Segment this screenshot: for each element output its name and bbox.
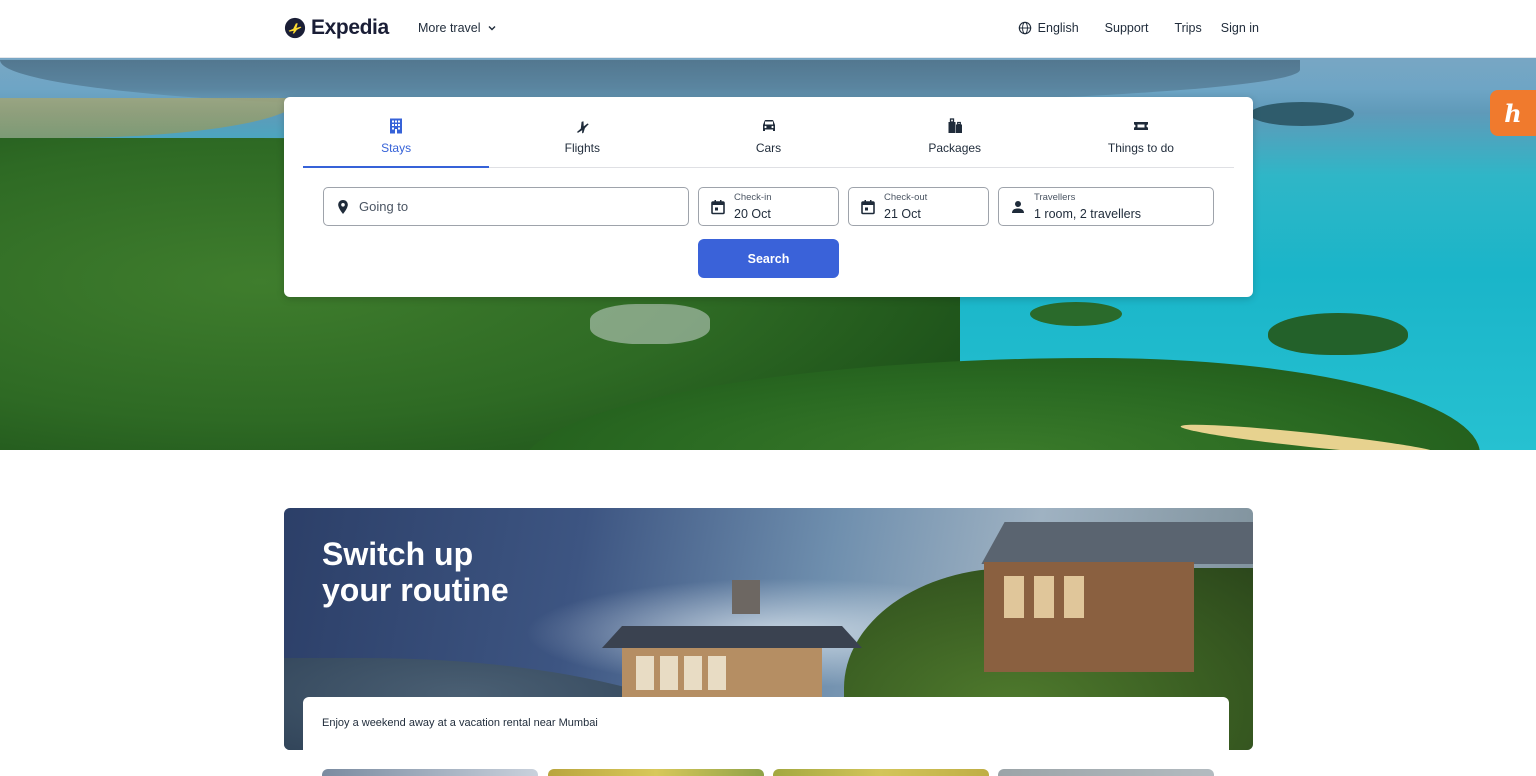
map-pin-icon [338,200,348,214]
hero-island [1268,313,1408,355]
language-selector[interactable]: English [1018,21,1079,35]
promo-banner[interactable]: Switch up your routine Enjoy a weekend a… [284,508,1253,750]
support-link[interactable]: Support [1105,21,1149,35]
lodge-window [684,656,702,690]
tab-flights-label: Flights [564,141,600,155]
tab-stays-label: Stays [381,141,412,155]
going-to-input[interactable]: Going to [323,187,689,226]
tab-packages[interactable]: Packages [862,97,1048,167]
hero-far-island [1250,102,1354,126]
tab-cars-label: Cars [755,141,782,155]
brand-name: Expedia [311,16,389,39]
tab-things-to-do[interactable]: Things to do [1048,97,1234,167]
check-in-value: 20 Oct [734,207,771,221]
lodge-window [1004,576,1024,618]
language-label: English [1037,21,1079,35]
lodge-window [660,656,678,690]
tab-stays[interactable]: Stays [303,97,490,168]
promo-title-line-1: Switch up [322,536,474,572]
sign-in-label: Sign in [1220,21,1259,35]
lodge-window [636,656,654,690]
hero-marina [590,304,710,344]
ticket-icon [1133,122,1148,130]
luggage-icon [948,118,962,133]
header-nav: English Support Trips Sign in [1018,21,1259,35]
travellers-field[interactable]: Travellers 1 room, 2 travellers [998,187,1214,226]
honey-logo-icon: h [1504,98,1522,128]
promo-lodge-left [602,626,862,704]
trips-label: Trips [1174,21,1202,35]
more-travel-label: More travel [418,21,481,35]
check-in-label: Check-in [734,192,772,203]
destination-card-thumbnail[interactable] [322,769,538,776]
calendar-icon [861,200,875,215]
lodge-roof [602,626,862,648]
globe-icon [1018,21,1031,35]
lodge-roof [981,522,1253,564]
check-out-field[interactable]: Check-out 21 Oct [848,187,989,226]
check-out-value: 21 Oct [884,207,921,221]
promo-subtitle: Enjoy a weekend away at a vacation renta… [322,717,598,729]
search-tabs: Stays Flights Cars Packages Things to do [303,97,1234,168]
top-header: Expedia More travel English Support Trip… [0,0,1536,58]
chevron-down-icon [488,26,496,31]
tab-cars[interactable]: Cars [675,97,861,167]
promo-chimney [732,580,760,614]
tab-flights[interactable]: Flights [489,97,675,167]
hero-small-island [1030,302,1122,326]
destination-card-thumbnail[interactable] [548,769,764,776]
travellers-value: 1 room, 2 travellers [1034,207,1141,221]
tab-things-to-do-label: Things to do [1107,141,1174,155]
promo-lodge-right [964,522,1253,682]
lodge-window [1064,576,1084,618]
more-travel-menu[interactable]: More travel [418,21,497,35]
destination-card-thumbnail[interactable] [773,769,989,776]
honey-extension-button[interactable]: h [1490,90,1536,136]
plane-icon [577,121,590,134]
lodge-window [1034,576,1054,618]
search-card: Stays Flights Cars Packages Things to do… [284,97,1253,297]
sign-in-link[interactable]: Sign in [1221,21,1259,35]
tab-packages-label: Packages [928,141,982,155]
travellers-label: Travellers [1034,192,1076,203]
car-icon [762,120,775,131]
promo-title: Switch up your routine [322,536,509,608]
going-to-placeholder: Going to [359,199,409,214]
search-button[interactable]: Search [698,239,839,278]
check-out-label: Check-out [884,192,928,203]
expedia-logo[interactable]: Expedia [284,16,389,40]
support-label: Support [1104,21,1149,35]
promo-caption-panel: Enjoy a weekend away at a vacation renta… [303,697,1229,750]
lodge-window [708,656,726,690]
check-in-field[interactable]: Check-in 20 Oct [698,187,839,226]
building-icon [390,118,403,134]
calendar-icon [711,200,725,215]
trips-link[interactable]: Trips [1174,21,1201,35]
promo-title-line-2: your routine [322,572,509,608]
destination-card-thumbnail[interactable] [998,769,1214,776]
expedia-plane-logo-icon [284,17,306,39]
person-icon [1012,201,1024,213]
